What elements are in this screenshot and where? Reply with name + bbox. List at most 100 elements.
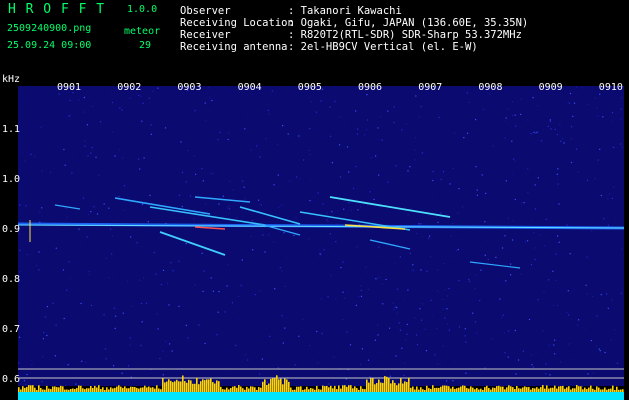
noise-speck bbox=[527, 240, 529, 242]
level-bar bbox=[368, 382, 370, 392]
noise-speck bbox=[431, 239, 433, 241]
level-bar bbox=[138, 388, 140, 392]
level-bar bbox=[614, 390, 616, 392]
noise-speck bbox=[217, 139, 219, 141]
noise-speck bbox=[210, 277, 212, 279]
noise-speck bbox=[457, 212, 459, 214]
noise-speck bbox=[404, 362, 406, 364]
level-bar bbox=[126, 388, 128, 392]
level-bar bbox=[548, 388, 550, 392]
spectrogram-plot: 0901 0902 0903 0904 0905 0906 0907 0908 0909 0910… bbox=[2, 74, 625, 400]
level-bar bbox=[512, 387, 514, 392]
level-bar bbox=[250, 386, 252, 392]
noise-speck bbox=[301, 328, 303, 330]
level-bar bbox=[344, 385, 346, 392]
level-bar bbox=[428, 388, 430, 392]
noise-speck bbox=[513, 158, 515, 160]
noise-speck bbox=[373, 198, 375, 200]
noise-speck bbox=[395, 165, 397, 167]
noise-speck bbox=[29, 253, 31, 255]
level-bar bbox=[446, 385, 448, 392]
level-bar bbox=[242, 388, 244, 392]
noise-speck bbox=[131, 305, 133, 307]
noise-speck bbox=[339, 116, 341, 118]
noise-speck bbox=[577, 171, 579, 173]
noise-speck bbox=[392, 302, 394, 304]
noise-speck bbox=[170, 262, 172, 264]
level-bar bbox=[530, 389, 532, 392]
level-bar bbox=[184, 381, 186, 392]
noise-speck bbox=[19, 336, 21, 338]
noise-speck bbox=[67, 115, 69, 118]
noise-speck bbox=[110, 228, 112, 230]
noise-speck bbox=[385, 278, 387, 281]
app-title: H R O F F T bbox=[8, 2, 106, 17]
noise-speck bbox=[308, 96, 310, 99]
level-bar bbox=[424, 390, 426, 392]
noise-speck bbox=[227, 264, 229, 266]
noise-speck bbox=[541, 198, 543, 200]
noise-speck bbox=[82, 197, 85, 199]
noise-speck bbox=[495, 256, 497, 258]
noise-speck bbox=[177, 189, 180, 191]
level-bar bbox=[316, 385, 318, 392]
noise-speck bbox=[598, 348, 600, 350]
noise-speck bbox=[138, 94, 140, 97]
noise-speck bbox=[378, 276, 380, 278]
noise-speck bbox=[150, 124, 152, 126]
noise-speck bbox=[568, 159, 570, 161]
noise-speck bbox=[518, 314, 520, 316]
noise-speck bbox=[279, 267, 281, 269]
noise-speck bbox=[432, 197, 434, 199]
noise-speck bbox=[113, 307, 115, 309]
noise-speck bbox=[198, 324, 200, 326]
noise-speck bbox=[557, 235, 559, 237]
noise-speck bbox=[488, 155, 490, 157]
level-bar bbox=[336, 389, 338, 392]
noise-speck bbox=[58, 93, 60, 95]
level-bar bbox=[224, 389, 226, 392]
noise-speck bbox=[204, 342, 206, 345]
level-bar bbox=[42, 389, 44, 392]
noise-speck bbox=[322, 203, 324, 205]
level-bar bbox=[382, 382, 384, 392]
noise-speck bbox=[277, 102, 279, 104]
level-bar bbox=[452, 386, 454, 392]
level-bar bbox=[188, 379, 190, 392]
level-bar bbox=[586, 389, 588, 392]
level-bar bbox=[618, 389, 620, 392]
noise-speck bbox=[507, 356, 509, 358]
noise-speck bbox=[554, 128, 556, 130]
noise-speck bbox=[424, 328, 427, 330]
noise-speck bbox=[160, 283, 162, 286]
noise-speck bbox=[108, 153, 110, 155]
noise-speck bbox=[49, 171, 52, 174]
noise-speck bbox=[84, 145, 86, 147]
noise-speck bbox=[570, 138, 572, 140]
noise-speck bbox=[472, 312, 474, 314]
noise-speck bbox=[547, 167, 549, 169]
noise-speck bbox=[414, 149, 416, 151]
noise-speck bbox=[65, 208, 67, 210]
noise-speck bbox=[136, 93, 138, 95]
noise-speck bbox=[481, 174, 483, 176]
noise-speck bbox=[267, 109, 269, 111]
y-axis-unit: kHz bbox=[2, 74, 20, 85]
level-bar bbox=[440, 386, 442, 392]
level-bar bbox=[128, 388, 130, 392]
level-bar bbox=[170, 380, 172, 392]
x-tick-label: 0910 bbox=[599, 82, 623, 93]
noise-speck bbox=[287, 133, 289, 135]
level-bar bbox=[406, 382, 408, 392]
noise-speck bbox=[476, 189, 478, 191]
level-bar bbox=[468, 388, 470, 392]
noise-speck bbox=[545, 373, 547, 375]
noise-speck bbox=[369, 376, 371, 378]
noise-speck bbox=[334, 100, 336, 102]
noise-speck bbox=[459, 381, 461, 383]
level-bar bbox=[484, 387, 486, 392]
level-bar bbox=[86, 388, 88, 392]
noise-speck bbox=[122, 340, 124, 342]
noise-speck bbox=[412, 264, 414, 266]
noise-speck bbox=[144, 208, 146, 210]
